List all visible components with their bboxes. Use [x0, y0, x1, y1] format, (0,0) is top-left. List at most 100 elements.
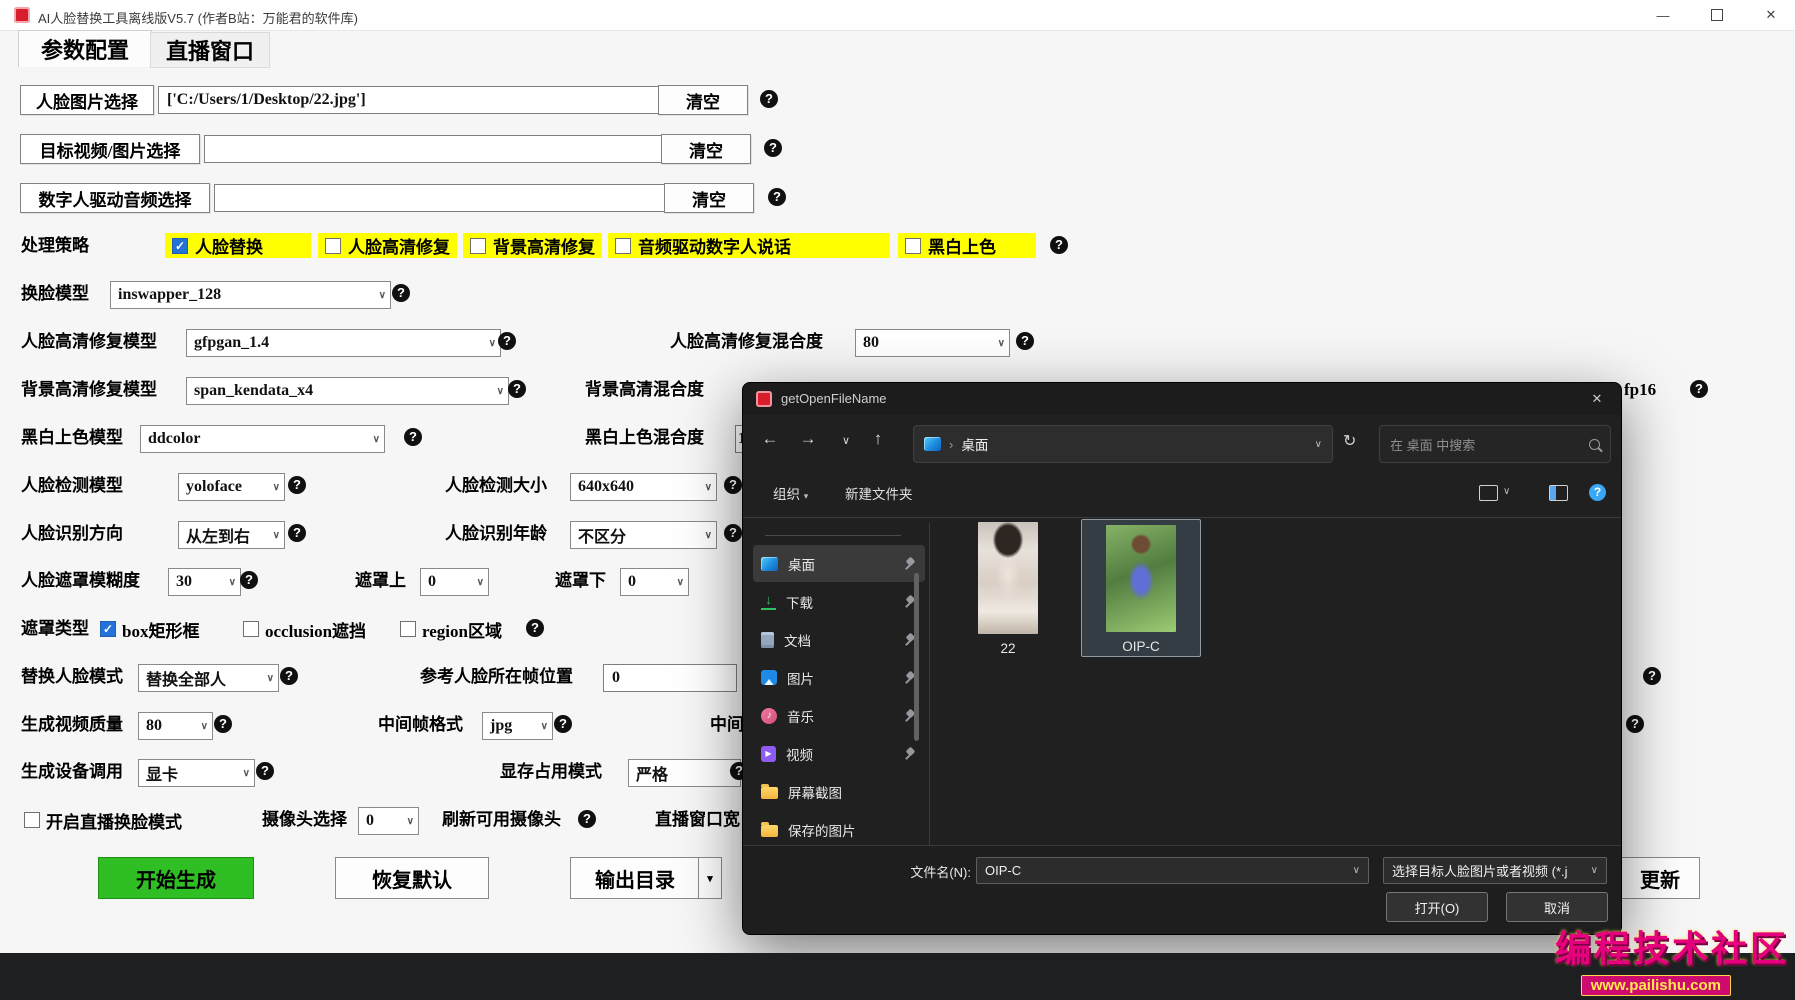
recent-locations-icon[interactable]: ∨ [833, 434, 859, 447]
help-target-video-icon[interactable]: ? [764, 139, 782, 157]
sidebar-item-music[interactable]: ♪ 音乐 [753, 697, 925, 734]
help-swap-model-icon[interactable]: ? [392, 284, 410, 302]
sidebar-item-pictures[interactable]: 图片 [753, 659, 925, 696]
chevron-down-icon[interactable]: ∨ [1315, 439, 1322, 450]
face-age-select[interactable]: 不区分 ∨ [570, 521, 717, 549]
search-box[interactable]: 在 桌面 中搜索 [1379, 425, 1611, 463]
sidebar-scrollbar[interactable] [914, 573, 919, 741]
file-item-oip-c[interactable]: OIP-C [1081, 519, 1201, 657]
strategy-audio-drive-option[interactable]: 音频驱动数字人说话 [608, 233, 890, 258]
face-image-select-button[interactable]: 人脸图片选择 [20, 85, 154, 115]
refresh-icon[interactable]: ↻ [1343, 431, 1356, 451]
mask-bottom-select[interactable]: 0 ∨ [620, 568, 689, 596]
help-face-image-icon[interactable]: ? [760, 90, 778, 108]
ref-frame-input[interactable]: 0 [603, 664, 737, 692]
back-icon[interactable]: ← [757, 429, 783, 449]
organize-menu[interactable]: 组织 ▾ [773, 483, 808, 503]
tab-config[interactable]: 参数配置 [18, 30, 152, 67]
help-mask-type-icon[interactable]: ? [526, 619, 544, 637]
colorize-model-select[interactable]: ddcolor ∨ [140, 425, 385, 453]
sidebar-item-saved-pictures[interactable]: 保存的图片 [753, 811, 925, 848]
mask-blur-select[interactable]: 30 ∨ [168, 568, 241, 596]
help-camera-icon[interactable]: ? [578, 810, 596, 828]
help-quality-icon[interactable]: ? [214, 715, 232, 733]
sidebar-item-desktop[interactable]: 桌面 [753, 545, 925, 582]
breadcrumb[interactable]: 桌面 [961, 434, 988, 454]
det-size-select[interactable]: 640x640 ∨ [570, 473, 717, 501]
help-mask-blur-icon[interactable]: ? [240, 571, 258, 589]
filetype-combo[interactable]: 选择目标人脸图片或者视频 (*.j ∨ [1383, 857, 1607, 884]
mask-type-region-option[interactable]: region区域 [400, 616, 502, 642]
start-generate-button[interactable]: 开始生成 [98, 857, 254, 899]
help-bg-restore-icon[interactable]: ? [508, 380, 526, 398]
det-model-select[interactable]: yoloface ∨ [178, 473, 285, 501]
face-image-path-input[interactable]: ['C:/Users/1/Desktop/22.jpg'] [158, 86, 670, 114]
help-det-size-icon[interactable]: ? [724, 476, 742, 494]
face-dir-select[interactable]: 从左到右 ∨ [178, 521, 285, 549]
close-button[interactable]: ✕ [1748, 0, 1794, 30]
help-frame-fmt-icon[interactable]: ? [554, 715, 572, 733]
strategy-colorize-option[interactable]: 黑白上色 [898, 233, 1036, 258]
strategy-bg-hd-option[interactable]: 背景高清修复 [463, 233, 602, 258]
device-select[interactable]: 显卡 ∨ [138, 759, 255, 787]
chevron-down-icon[interactable]: ∨ [1503, 486, 1510, 497]
tab-live[interactable]: 直播窗口 [150, 32, 270, 68]
swap-mode-select[interactable]: 替换全部人 ∨ [138, 664, 279, 692]
frame-fmt-select[interactable]: jpg ∨ [482, 712, 553, 740]
strategy-face-hd-option[interactable]: 人脸高清修复 [318, 233, 457, 258]
sidebar-item-documents[interactable]: 文档 [753, 621, 925, 658]
help-face-restore-icon[interactable]: ? [498, 332, 516, 350]
help-det-model-icon[interactable]: ? [288, 476, 306, 494]
help-colorize-icon[interactable]: ? [404, 428, 422, 446]
up-icon[interactable]: ↑ [865, 429, 891, 449]
forward-icon[interactable]: → [795, 429, 821, 449]
help-device-icon[interactable]: ? [256, 762, 274, 780]
clear-audio-button[interactable]: 清空 [664, 183, 754, 213]
target-video-select-button[interactable]: 目标视频/图片选择 [20, 134, 200, 164]
open-button[interactable]: 打开(O) [1386, 892, 1488, 922]
maximize-button[interactable] [1694, 0, 1740, 30]
output-dir-button[interactable]: 输出目录 [570, 857, 699, 899]
minimize-button[interactable]: — [1640, 0, 1686, 30]
clear-face-image-button[interactable]: 清空 [658, 85, 748, 115]
address-bar[interactable]: › 桌面 ∨ [913, 425, 1333, 463]
mask-type-occlusion-option[interactable]: occlusion遮挡 [243, 616, 366, 642]
dialog-help-icon[interactable]: ? [1589, 484, 1606, 501]
help-right-2-icon[interactable]: ? [1626, 715, 1644, 733]
help-fp16-icon[interactable]: ? [1690, 380, 1708, 398]
help-face-age-icon[interactable]: ? [724, 524, 742, 542]
audio-select-button[interactable]: 数字人驱动音频选择 [20, 183, 210, 213]
reset-defaults-button[interactable]: 恢复默认 [335, 857, 489, 899]
quality-select[interactable]: 80 ∨ [138, 712, 213, 740]
update-button-partial[interactable]: 更新 [1620, 857, 1700, 899]
output-dir-dropdown[interactable]: ▾ [698, 857, 722, 899]
help-strategy-icon[interactable]: ? [1050, 236, 1068, 254]
strategy-face-swap-option[interactable]: ✓ 人脸替换 [165, 233, 311, 258]
help-audio-icon[interactable]: ? [768, 188, 786, 206]
help-face-blend-icon[interactable]: ? [1016, 332, 1034, 350]
swap-model-select[interactable]: inswapper_128 ∨ [110, 281, 391, 309]
filename-combo[interactable]: OIP-C ∨ [976, 857, 1369, 884]
view-mode-icon[interactable] [1479, 485, 1498, 501]
refresh-camera-button[interactable]: 刷新可用摄像头 [442, 805, 561, 835]
sidebar-item-screenshots[interactable]: 屏幕截图 [753, 773, 925, 810]
help-right-1-icon[interactable]: ? [1643, 667, 1661, 685]
help-face-dir-icon[interactable]: ? [288, 524, 306, 542]
bg-restore-select[interactable]: span_kendata_x4 ∨ [186, 377, 509, 405]
face-restore-select[interactable]: gfpgan_1.4 ∨ [186, 329, 501, 357]
cancel-button[interactable]: 取消 [1506, 892, 1608, 922]
help-swap-mode-icon[interactable]: ? [280, 667, 298, 685]
preview-pane-icon[interactable] [1549, 485, 1568, 501]
camera-select[interactable]: 0 ∨ [358, 807, 419, 835]
face-blend-select[interactable]: 80 ∨ [855, 329, 1010, 357]
vram-select[interactable]: 严格∨ [628, 759, 741, 787]
target-video-path-input[interactable] [204, 135, 668, 163]
clear-target-video-button[interactable]: 清空 [661, 134, 751, 164]
mask-top-select[interactable]: 0 ∨ [420, 568, 489, 596]
new-folder-button[interactable]: 新建文件夹 [845, 483, 913, 503]
live-mode-option[interactable]: 开启直播换脸模式 [24, 807, 182, 833]
sidebar-item-downloads[interactable]: ↓ 下载 [753, 583, 925, 620]
audio-path-input[interactable] [214, 184, 668, 212]
sidebar-item-videos[interactable]: ▶ 视频 [753, 735, 925, 772]
dialog-close-button[interactable]: ✕ [1583, 389, 1611, 409]
